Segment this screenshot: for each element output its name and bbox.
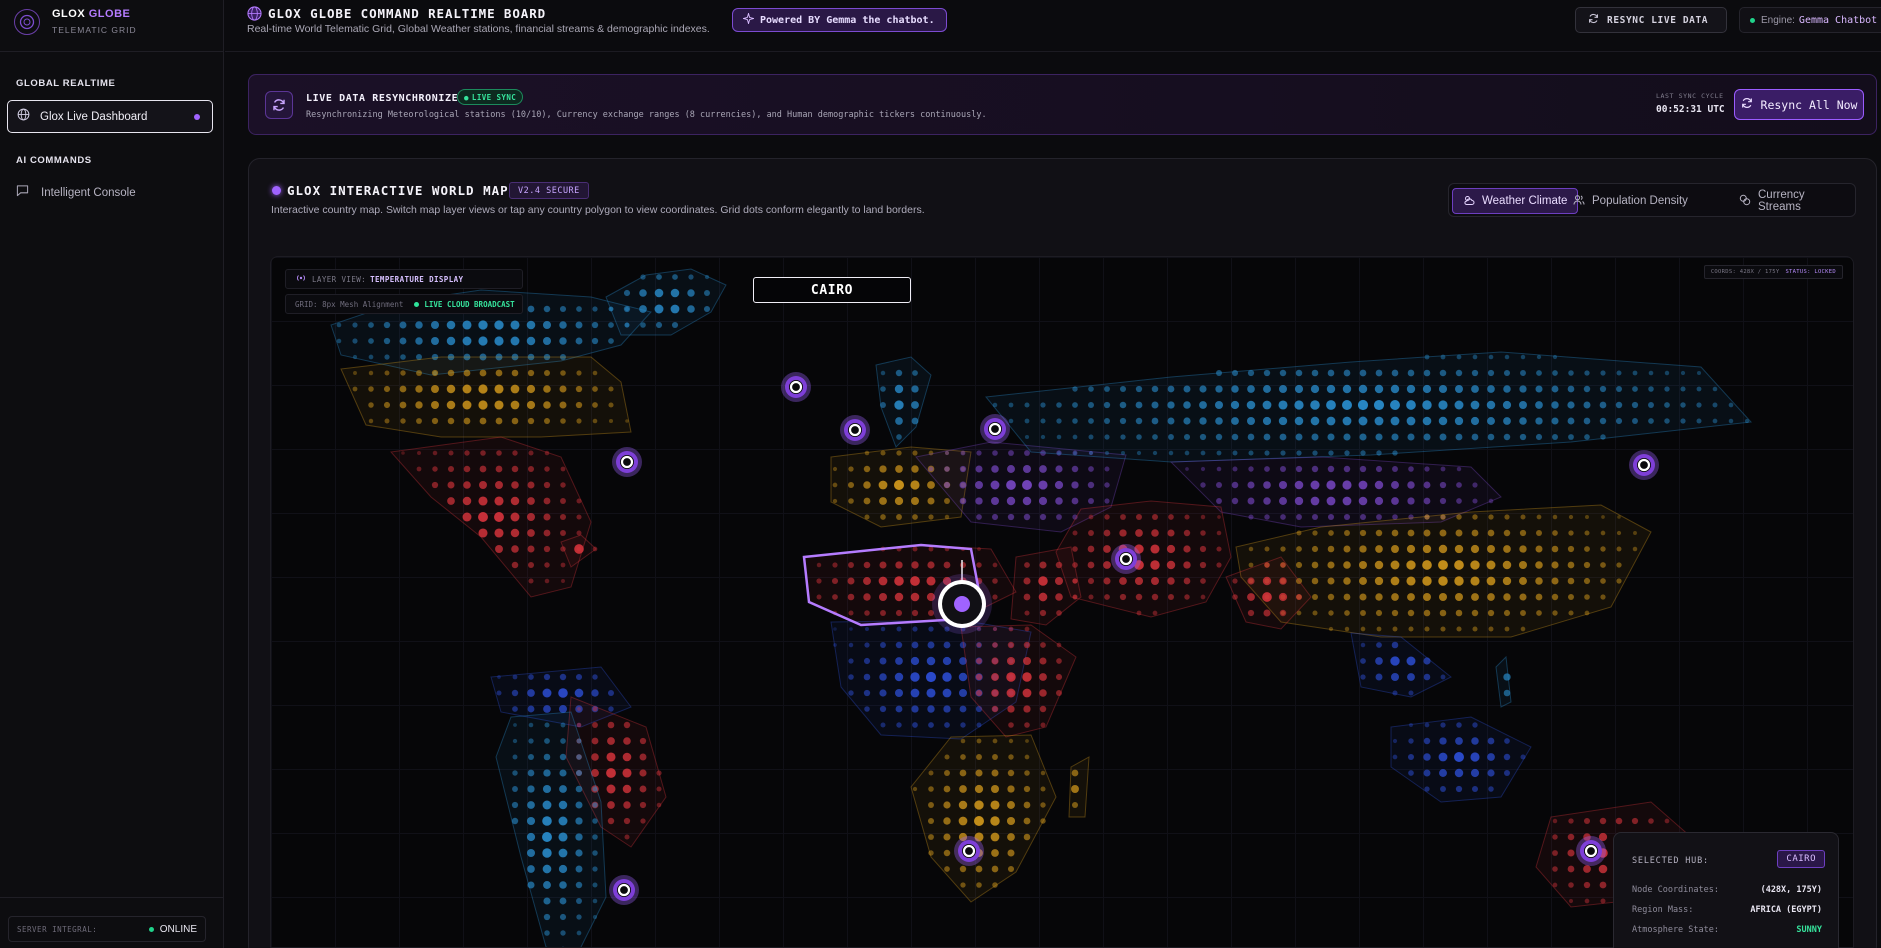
tab-weather-climate[interactable]: Weather Climate	[1452, 188, 1579, 214]
hub-marker-asia[interactable]	[1111, 544, 1141, 574]
hub-card-title: SELECTED HUB:	[1632, 856, 1709, 866]
version-badge: V2.4 SECURE	[509, 182, 589, 199]
engine-value: Gemma Chatbot	[1798, 14, 1878, 26]
map-subtitle: Interactive country map. Switch map laye…	[271, 204, 925, 216]
server-status: SERVER INTEGRAL: ONLINE	[8, 916, 206, 942]
top-header: GLOX GLOBE COMMAND REALTIME BOARD Real-t…	[225, 0, 1881, 52]
active-indicator	[194, 114, 200, 120]
hub-marker-cairo-selected[interactable]	[932, 574, 992, 634]
layer-view-indicator: LAYER VIEW: TEMPERATURE DISPLAY	[285, 269, 523, 289]
sidebar-item-label: Intelligent Console	[41, 187, 136, 199]
hub-marker-southern-africa[interactable]	[954, 836, 984, 866]
region-southern-africa[interactable]	[910, 734, 1057, 903]
sidebar-item-glox-live-dashboard[interactable]: Glox Live Dashboard	[7, 100, 213, 133]
live-data-resynchronizer: LIVE DATA RESYNCHRONIZER ● LIVE SYNC Res…	[248, 74, 1877, 135]
hub-marker-north-america[interactable]	[612, 447, 642, 477]
hub-name-badge: CAIRO	[1777, 850, 1825, 868]
grid-info: GRID: 8px Mesh Alignment LIVE CLOUD BROA…	[285, 294, 523, 314]
resync-all-now-button[interactable]: Resync All Now	[1734, 89, 1864, 120]
region-greenland[interactable]	[605, 268, 727, 336]
page-subtitle: Real-time World Telematic Grid, Global W…	[247, 23, 710, 35]
hub-row-region: Region Mass: AFRICA (EGYPT)	[1632, 905, 1822, 915]
hub-row-coordinates: Node Coordinates: (428X, 175Y)	[1632, 885, 1822, 895]
tab-currency-streams[interactable]: Currency Streams	[1729, 188, 1855, 214]
selected-hub-card: SELECTED HUB: CAIRO Node Coordinates: (42…	[1613, 832, 1839, 948]
people-icon	[1573, 194, 1585, 209]
section-label-ai-commands: AI COMMANDS	[16, 155, 92, 166]
weather-icon	[1463, 194, 1475, 209]
chat-icon	[16, 184, 29, 202]
region-philippines[interactable]	[1495, 655, 1512, 708]
live-broadcast-status: LIVE CLOUD BROADCAST	[414, 300, 515, 309]
refresh-icon	[1588, 13, 1599, 27]
last-sync-time: 00:52:31 UTC	[1656, 104, 1725, 115]
divider	[0, 897, 224, 898]
tab-population-density[interactable]: Population Density	[1563, 188, 1698, 214]
server-status-label: SERVER INTEGRAL:	[17, 924, 98, 934]
region-north-america-central[interactable]	[340, 356, 632, 438]
page-title: GLOX GLOBE COMMAND REALTIME BOARD	[268, 6, 547, 21]
powered-by-badge[interactable]: Powered BY Gemma the chatbot.	[732, 8, 947, 32]
resynchronizer-title: LIVE DATA RESYNCHRONIZER	[306, 93, 465, 104]
live-dot-icon	[414, 301, 420, 307]
map-layer-tabs: Weather Climate Population Density Curre…	[1448, 183, 1856, 217]
sync-icon	[265, 91, 293, 119]
region-southeast-asia[interactable]	[1350, 632, 1452, 698]
hub-row-atmosphere: Atmosphere State: SUNNY	[1632, 925, 1822, 935]
map-title: GLOX INTERACTIVE WORLD MAP	[287, 183, 509, 198]
coins-icon	[1739, 194, 1751, 209]
status-dot-icon	[1750, 17, 1755, 23]
sidebar-item-label: Glox Live Dashboard	[40, 110, 148, 123]
brand[interactable]: GLOX GLOBE TELEMATIC GRID	[14, 8, 137, 35]
live-dot-icon	[272, 186, 281, 195]
hub-marker-oceania[interactable]	[1576, 836, 1606, 866]
brand-name: GLOX GLOBE	[52, 8, 131, 20]
last-sync-label: LAST SYNC CYCLE	[1656, 92, 1724, 100]
engine-indicator: Engine: Gemma Chatbot	[1739, 7, 1881, 33]
resync-live-data-button[interactable]: RESYNC LIVE DATA	[1575, 7, 1727, 33]
coordinates-readout: COORDS: 428X / 175Y STATUS: LOCKED	[1703, 265, 1843, 279]
refresh-icon	[1741, 97, 1753, 112]
live-sync-badge: ● LIVE SYNC	[457, 89, 524, 105]
region-middle-east[interactable]	[1055, 500, 1232, 618]
sidebar: GLOX GLOBE TELEMATIC GRID GLOBAL REALTIM…	[0, 0, 224, 948]
hub-marker-atlantic[interactable]	[781, 372, 811, 402]
region-scandinavia[interactable]	[875, 356, 932, 448]
section-label-global-realtime: GLOBAL REALTIME	[16, 78, 116, 89]
hub-marker-western-europe[interactable]	[840, 415, 870, 445]
server-status-value: ONLINE	[148, 924, 197, 935]
brand-subtitle: TELEMATIC GRID	[52, 25, 137, 35]
sparkle-icon	[741, 11, 756, 27]
resynchronizer-description: Resynchronizing Meteorological stations …	[306, 110, 987, 120]
globe-logo-icon	[14, 8, 40, 35]
broadcast-icon	[296, 274, 306, 284]
divider	[0, 51, 224, 52]
hub-marker-pacific[interactable]	[1629, 450, 1659, 480]
selected-hub-label: CAIRO	[753, 277, 911, 303]
hub-marker-scandinavia[interactable]	[980, 414, 1010, 444]
hub-marker-south-america[interactable]	[609, 875, 639, 905]
sidebar-item-intelligent-console[interactable]: Intelligent Console	[16, 184, 136, 202]
engine-label: Engine:	[1761, 14, 1795, 26]
globe-icon	[17, 108, 30, 126]
online-dot-icon	[148, 926, 154, 932]
